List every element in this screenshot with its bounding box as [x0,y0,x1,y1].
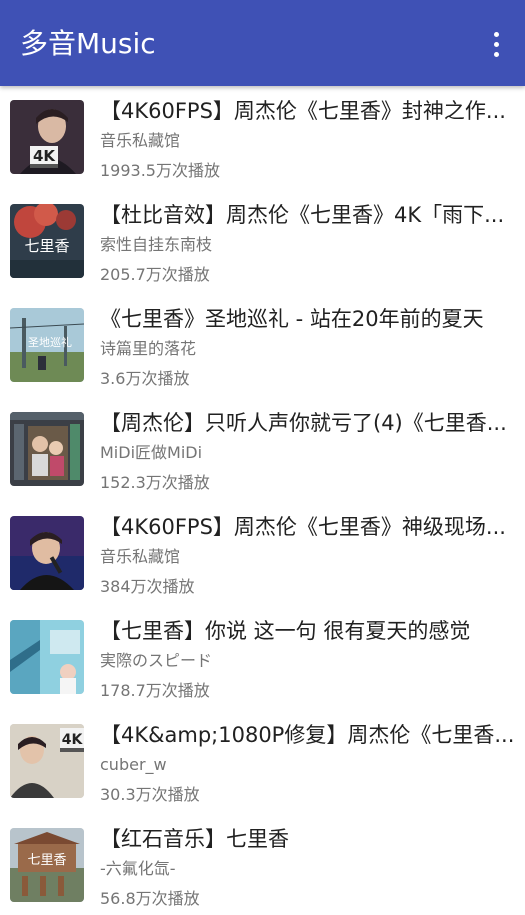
thumb-title-text: 圣地巡礼 [28,335,72,349]
thumb-title-text: 七里香 [24,237,69,255]
video-play-count: 30.3万次播放 [100,785,200,804]
video-title: 【杜比音效】周杰伦《七里香》4K「雨下... [100,203,505,227]
video-author: 実際のスピード [100,651,213,670]
video-thumbnail: 4K [10,724,84,798]
video-title: 【4K60FPS】周杰伦《七里香》神级现场... [100,515,506,539]
list-item[interactable]: 七里香 【杜比音效】周杰伦《七里香》4K「雨下... 索性自挂东南枝 205.7… [0,190,525,294]
video-play-count: 178.7万次播放 [100,681,210,700]
thumb-badge-text: 4K [62,732,84,748]
video-play-count: 152.3万次播放 [100,473,210,492]
video-title: 【4K60FPS】周杰伦《七里香》封神之作... [100,99,506,123]
list-item[interactable]: 七里香 【红石音乐】七里香 -六氟化氙- 56.8万次播放 [0,814,525,915]
video-thumbnail: 4K [10,100,84,174]
video-title: 【红石音乐】七里香 [100,827,289,851]
list-item[interactable]: 【七里香】你说 这一句 很有夏天的感觉 実際のスピード 178.7万次播放 [0,606,525,710]
video-author: 诗篇里的落花 [100,339,197,358]
video-author: 音乐私藏馆 [100,547,181,566]
video-title: 《七里香》圣地巡礼 - 站在20年前的夏天 [100,307,484,331]
video-author: cuber_w [100,755,167,774]
video-thumbnail: 七里香 [10,204,84,278]
video-thumbnail: 七里香 [10,828,84,902]
list-item[interactable]: 【周杰伦】只听人声你就亏了(4)《七里香... MiDi匠做MiDi 152.3… [0,398,525,502]
video-title: 【周杰伦】只听人声你就亏了(4)《七里香... [100,411,507,435]
video-thumbnail [10,412,84,486]
video-author: MiDi匠做MiDi [100,443,203,462]
video-play-count: 384万次播放 [100,577,195,596]
video-author: 音乐私藏馆 [100,131,181,150]
video-thumbnail [10,516,84,590]
video-thumbnail [10,620,84,694]
video-title: 【4K&amp;1080P修复】周杰伦《七里香... [100,723,515,747]
app-title: 多音Music [20,27,156,60]
video-play-count: 3.6万次播放 [100,369,190,388]
video-play-count: 205.7万次播放 [100,265,210,284]
more-vert-icon[interactable] [478,26,514,62]
app-bar: 多音Music [0,0,525,86]
video-thumbnail: 圣地巡礼 [10,308,84,382]
list-item[interactable]: 4K 【4K&amp;1080P修复】周杰伦《七里香... cuber_w 30… [0,710,525,814]
video-play-count: 1993.5万次播放 [100,161,220,180]
video-author: 索性自挂东南枝 [100,235,213,254]
list-item[interactable]: 圣地巡礼 《七里香》圣地巡礼 - 站在20年前的夏天 诗篇里的落花 3.6万次播… [0,294,525,398]
video-play-count: 56.8万次播放 [100,889,200,908]
video-list: 4K 【4K60FPS】周杰伦《七里香》封神之作... 音乐私藏馆 1993.5… [0,86,525,915]
list-item[interactable]: 4K 【4K60FPS】周杰伦《七里香》封神之作... 音乐私藏馆 1993.5… [0,86,525,190]
thumb-badge-text: 4K [33,147,56,165]
list-item[interactable]: 【4K60FPS】周杰伦《七里香》神级现场... 音乐私藏馆 384万次播放 [0,502,525,606]
video-title: 【七里香】你说 这一句 很有夏天的感觉 [100,619,471,643]
thumb-title-text: 七里香 [27,853,66,868]
video-author: -六氟化氙- [100,859,176,878]
